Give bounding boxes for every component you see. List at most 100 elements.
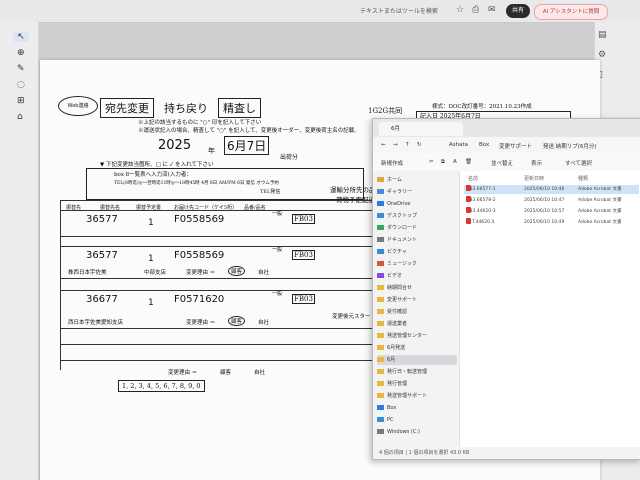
view-button[interactable]: 表示 [531,159,542,167]
rename-icon[interactable]: A [453,159,457,165]
folder-icon [377,345,384,350]
copy-icon[interactable]: ⧉ [441,159,445,166]
footer-opt: 顧客 [220,370,232,376]
settings-icon[interactable]: ⚙ [598,50,606,60]
pen-tool-icon[interactable]: ✎ [17,64,25,74]
option-self-2: 自社 [258,320,270,326]
stamp: Web連絡 [58,96,98,116]
bookmark-icon[interactable]: ☆ [456,5,464,15]
footer-aside: 変更後元スター [332,314,371,320]
nav-item[interactable]: 受付確認 [377,307,457,317]
cut-icon[interactable]: ✂ [429,159,434,165]
nav-item[interactable]: ダウンロード [377,223,457,233]
breadcrumb-2[interactable]: Box [479,142,489,148]
nav-item-label: ビデオ [387,273,403,279]
folder-icon [377,417,384,422]
nav-item[interactable]: 変更サポート [377,295,457,305]
print-icon[interactable]: ⎙ [472,5,479,15]
nav-item[interactable]: 発送管理サポート [377,391,457,401]
nav-item[interactable]: Box [377,403,457,413]
folder-icon [377,177,384,182]
folder-icon [377,333,384,338]
row-3-kind: 一般 [272,291,283,297]
column-type[interactable]: 種類 [578,175,588,182]
breadcrumb-1[interactable]: Ashata [449,142,468,148]
ai-assistant-button[interactable]: AI アシスタントに質問 [534,4,608,20]
tel-suffix: TEL発信 [260,189,281,195]
branch-2: 西日本宇佐美愛知支店 [68,320,124,326]
select-tool-icon[interactable]: ↖ [13,32,29,42]
row-2-code: F0558569 [174,250,225,261]
delete-icon[interactable]: 🗑 [465,159,472,165]
nav-item-label: 受付確認 [387,309,408,315]
file-type: Adobe Acrobat 文書 [578,209,622,214]
nav-item[interactable]: ギャラリー [377,187,457,197]
file-row[interactable]: T.33.44620-3 2025/06/10 10:57 Adobe Acroba… [464,207,639,216]
file-type: Adobe Acrobat 文書 [578,187,622,192]
option-customer-1: 顧客 [228,266,246,276]
folder-icon [377,381,384,386]
select-all-button[interactable]: すべて選択 [565,159,592,167]
left-tool-rail: ↖ ⊕ ✎ ◌ ⊞ ⌂ [0,22,39,480]
nav-item[interactable]: ミュージック [377,259,457,269]
back-icon[interactable]: ← [381,142,386,148]
nav-item[interactable]: 発送管理センター [377,331,457,341]
row-1-kind: 一般 [272,211,283,217]
row-1-num: 36577 [86,214,118,225]
row-1-code: F0558569 [174,214,225,225]
pdf-icon [466,185,471,191]
nav-item[interactable]: OneDrive [377,199,457,209]
nav-item[interactable]: ビデオ [377,271,457,281]
nav-item-label: 納期問合せ [387,285,413,291]
column-date[interactable]: 更新日時 [524,175,544,182]
breadcrumb-4[interactable]: 発送 納期リプ(6月分) [543,142,597,150]
nav-item[interactable]: Windows (C:) [377,427,457,437]
folder-icon [377,201,384,206]
file-name: T.33.66577-1 [466,185,496,192]
nav-item[interactable]: 納期問合せ [377,283,457,293]
new-button[interactable]: 新規作成 [381,159,403,167]
file-name: T.33.44620-3 [466,207,496,214]
file-row[interactable]: T.33.66578-2 2025/06/10 10:47 Adobe Acroba… [464,196,639,205]
lasso-tool-icon[interactable]: ◌ [17,80,25,90]
nav-item[interactable]: 6月 [377,355,457,365]
option-self-1: 自社 [258,270,270,276]
comment-icon[interactable]: ▤ [598,30,607,40]
nav-item[interactable]: ピクチャ [377,247,457,257]
pdf-icon [466,196,471,202]
footer-change: 変更理由 ＝ [168,370,198,376]
nav-item-label: 発行管理 [387,381,408,387]
nav-item[interactable]: ドキュメント [377,235,457,245]
folder-icon [377,285,384,290]
sort-button[interactable]: 並べ替え [491,159,513,167]
nav-item[interactable]: PC [377,415,457,425]
nav-item[interactable]: 発行日・転送管理 [377,367,457,377]
column-name[interactable]: 名前 [468,175,478,182]
zoom-tool-icon[interactable]: ⊕ [17,48,25,58]
nav-item[interactable]: 運送業者 [377,319,457,329]
mail-icon[interactable]: ✉ [488,5,496,15]
breadcrumb-3[interactable]: 変更サポート [499,142,532,150]
explorer-titlebar: 6月 [373,119,640,137]
file-type: Adobe Acrobat 文書 [578,198,622,203]
nav-item[interactable]: ホーム [377,175,457,185]
explorer-tab[interactable]: 6月 [379,122,463,136]
share-button[interactable]: 共有 [506,4,530,18]
stamp-tool-icon[interactable]: ⌂ [17,112,23,122]
pdf-icon [466,207,471,213]
nav-item[interactable]: デスクトップ [377,211,457,221]
up-icon[interactable]: ↑ [405,142,410,148]
year-label: 年 [208,147,215,155]
navigation-pane: ホームギャラリー OneDrive デスクトップ ダウンロード ドキュメント ピクチャミュ… [373,171,460,447]
nav-item[interactable]: 発行管理 [377,379,457,389]
file-row[interactable]: T.33.66577-1 2025/06/10 10:46 Adobe Acroba… [464,185,639,194]
refresh-icon[interactable]: ↻ [417,142,422,148]
nav-item-label: ギャラリー [387,189,413,195]
forward-icon[interactable]: → [393,142,398,148]
address-bar[interactable]: ← → ↑ ↻ Ashata Box 変更サポート 発送 納期リプ(6月分) [373,137,640,154]
search-input[interactable]: テキストまたはツールを検索 [360,6,438,15]
nav-item[interactable]: 6月発送 [377,343,457,353]
text-tool-icon[interactable]: ⊞ [17,96,25,106]
nav-item-label: ホーム [387,177,402,183]
file-row[interactable]: 案 T.44620.4 2025/06/10 10:49 Adobe Acrobat… [464,218,639,227]
